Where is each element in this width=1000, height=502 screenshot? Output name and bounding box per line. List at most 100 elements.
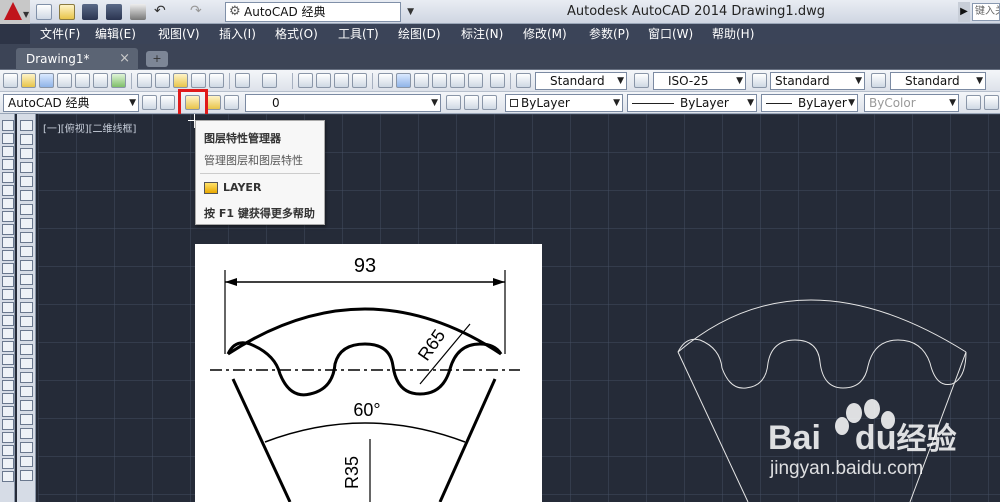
modify-tool-icon[interactable] bbox=[20, 400, 33, 411]
zoom-window-icon[interactable] bbox=[334, 73, 349, 88]
menu-edit[interactable]: 编辑(E) bbox=[95, 26, 136, 42]
draw-tool-icon[interactable] bbox=[2, 393, 14, 404]
draw-tool-icon[interactable] bbox=[2, 224, 14, 235]
save-as-icon[interactable] bbox=[106, 4, 122, 20]
modify-tool-icon[interactable] bbox=[20, 288, 33, 299]
menu-draw[interactable]: 绘图(D) bbox=[398, 26, 441, 42]
draw-tool-icon[interactable] bbox=[2, 471, 14, 482]
draw-tool-icon[interactable] bbox=[2, 198, 14, 209]
toolbar-overflow-icon[interactable] bbox=[966, 95, 981, 110]
draw-tool-icon[interactable] bbox=[2, 159, 14, 170]
modify-tool-icon[interactable] bbox=[20, 316, 33, 327]
workspace-settings-icon[interactable] bbox=[142, 95, 157, 110]
mleader-style-combo[interactable]: Standard ▼ bbox=[890, 72, 986, 90]
draw-tool-icon[interactable] bbox=[2, 341, 14, 352]
modify-tool-icon[interactable] bbox=[20, 176, 33, 187]
paste-special-icon[interactable] bbox=[191, 73, 206, 88]
search-input[interactable]: 键入关 bbox=[972, 3, 1000, 21]
modify-tool-icon[interactable] bbox=[20, 120, 33, 131]
modify-tool-icon[interactable] bbox=[20, 386, 33, 397]
menu-insert[interactable]: 插入(I) bbox=[219, 26, 256, 42]
menu-parametric[interactable]: 参数(P) bbox=[589, 26, 630, 42]
draw-tool-icon[interactable] bbox=[2, 211, 14, 222]
preview-icon[interactable] bbox=[75, 73, 90, 88]
text-style-combo[interactable]: Standard ▼ bbox=[535, 72, 627, 90]
draw-tool-icon[interactable] bbox=[2, 315, 14, 326]
3d-dwf-icon[interactable] bbox=[111, 73, 126, 88]
draw-tool-icon[interactable] bbox=[2, 406, 14, 417]
modify-tool-icon[interactable] bbox=[20, 190, 33, 201]
workspace-combo[interactable]: AutoCAD 经典 ▼ bbox=[3, 94, 139, 112]
draw-tool-icon[interactable] bbox=[2, 172, 14, 183]
mleader-style-icon[interactable] bbox=[871, 73, 886, 88]
redo-icon[interactable] bbox=[262, 73, 277, 88]
draw-tool-icon[interactable] bbox=[2, 432, 14, 443]
design-center-icon[interactable] bbox=[396, 73, 411, 88]
modify-tool-icon[interactable] bbox=[20, 162, 33, 173]
application-menu-button[interactable]: ▼ bbox=[0, 0, 30, 24]
modify-tool-icon[interactable] bbox=[20, 470, 33, 481]
modify-tool-icon[interactable] bbox=[20, 246, 33, 257]
modify-tool-icon[interactable] bbox=[20, 372, 33, 383]
draw-tool-icon[interactable] bbox=[2, 263, 14, 274]
draw-tool-icon[interactable] bbox=[2, 133, 14, 144]
draw-tool-icon[interactable] bbox=[2, 419, 14, 430]
draw-tool-icon[interactable] bbox=[2, 380, 14, 391]
properties-icon[interactable] bbox=[378, 73, 393, 88]
undo-icon[interactable]: ↶ bbox=[154, 4, 170, 20]
layer-previous-icon[interactable] bbox=[464, 95, 479, 110]
modify-tool-icon[interactable] bbox=[20, 274, 33, 285]
zoom-realtime-icon[interactable] bbox=[316, 73, 331, 88]
print-icon[interactable] bbox=[130, 4, 146, 20]
customize-icon[interactable] bbox=[160, 95, 175, 110]
plot-icon[interactable] bbox=[57, 73, 72, 88]
menu-help[interactable]: 帮助(H) bbox=[712, 26, 754, 42]
open-file-icon[interactable] bbox=[59, 4, 75, 20]
draw-tool-icon[interactable] bbox=[2, 185, 14, 196]
draw-tool-icon[interactable] bbox=[2, 445, 14, 456]
redo-icon[interactable]: ↷ bbox=[190, 4, 206, 20]
modify-tool-icon[interactable] bbox=[20, 302, 33, 313]
draw-tool-icon[interactable] bbox=[2, 146, 14, 157]
dim-style-combo[interactable]: ISO-25 ▼ bbox=[653, 72, 746, 90]
paste-icon[interactable] bbox=[173, 73, 188, 88]
modify-tool-icon[interactable] bbox=[20, 456, 33, 467]
menu-modify[interactable]: 修改(M) bbox=[523, 26, 567, 42]
draw-tool-icon[interactable] bbox=[2, 250, 14, 261]
pan-icon[interactable] bbox=[298, 73, 313, 88]
save-icon[interactable] bbox=[39, 73, 54, 88]
viewport-controls[interactable]: [一][俯视][二维线框] bbox=[43, 120, 136, 135]
layer-sun-icon[interactable] bbox=[224, 95, 239, 110]
qnew-icon[interactable] bbox=[3, 73, 18, 88]
publish-icon[interactable] bbox=[93, 73, 108, 88]
plotstyle-combo[interactable]: ByColor ▼ bbox=[864, 94, 959, 112]
draw-tool-icon[interactable] bbox=[2, 458, 14, 469]
close-icon[interactable]: × bbox=[119, 48, 130, 70]
layer-state-icon[interactable] bbox=[482, 95, 497, 110]
calculator-icon[interactable] bbox=[468, 73, 483, 88]
lineweight-combo[interactable]: ByLayer ▼ bbox=[761, 94, 858, 112]
color-combo[interactable]: ByLayer ▼ bbox=[505, 94, 623, 112]
undo-icon[interactable] bbox=[235, 73, 250, 88]
open-icon[interactable] bbox=[21, 73, 36, 88]
new-tab-button[interactable]: + bbox=[146, 51, 168, 67]
tab-drawing1[interactable]: Drawing1* × bbox=[16, 48, 138, 70]
sheet-set-icon[interactable] bbox=[432, 73, 447, 88]
draw-tool-icon[interactable] bbox=[2, 276, 14, 287]
tool-palettes-icon[interactable] bbox=[414, 73, 429, 88]
modify-tool-icon[interactable] bbox=[20, 148, 33, 159]
menu-file[interactable]: 文件(F) bbox=[40, 26, 80, 42]
modify-tool-icon[interactable] bbox=[20, 344, 33, 355]
help-icon[interactable] bbox=[490, 73, 505, 88]
modify-tool-icon[interactable] bbox=[20, 232, 33, 243]
menu-dimension[interactable]: 标注(N) bbox=[461, 26, 503, 42]
modify-tool-icon[interactable] bbox=[20, 358, 33, 369]
new-file-icon[interactable] bbox=[36, 4, 52, 20]
draw-tool-icon[interactable] bbox=[2, 120, 14, 131]
cut-icon[interactable] bbox=[137, 73, 152, 88]
layer-light-icon[interactable] bbox=[206, 95, 221, 110]
workspace-switcher[interactable]: ⚙ AutoCAD 经典 ▼ bbox=[225, 2, 414, 22]
draw-tool-icon[interactable] bbox=[2, 289, 14, 300]
modify-tool-icon[interactable] bbox=[20, 218, 33, 229]
dim-style-icon[interactable] bbox=[634, 73, 649, 88]
